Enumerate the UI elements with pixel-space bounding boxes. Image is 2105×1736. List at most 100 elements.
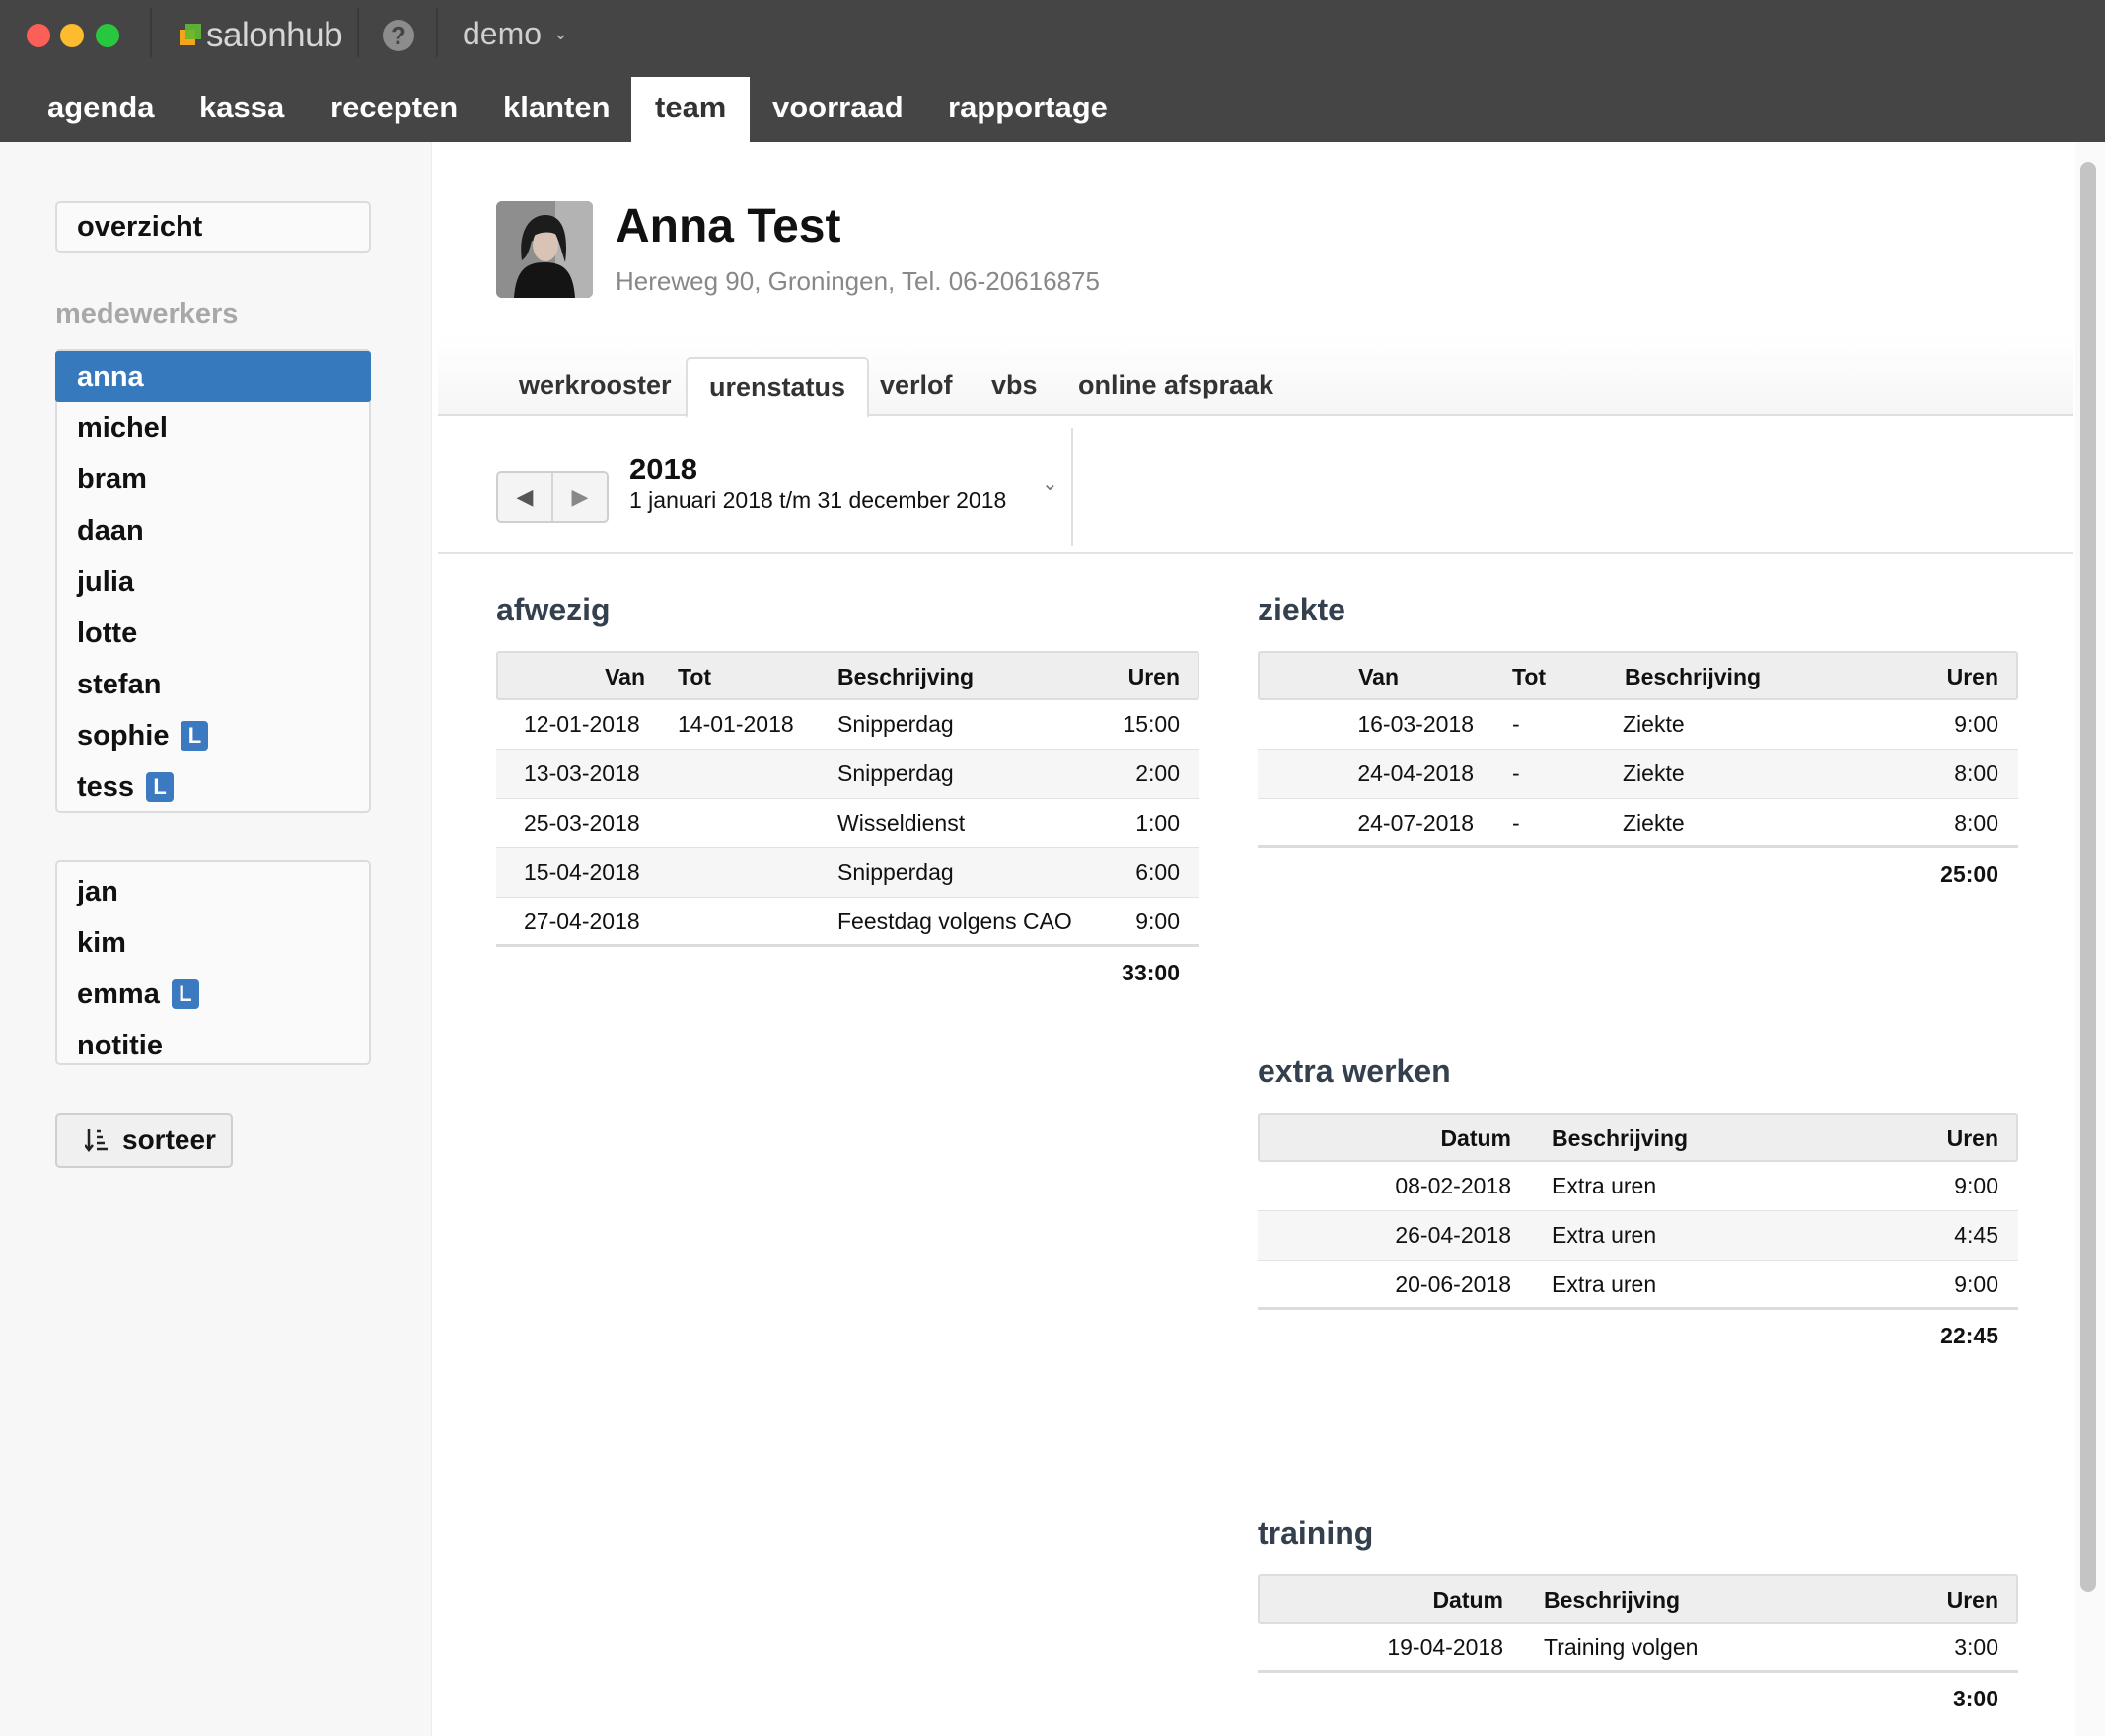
employee-jan[interactable]: jan [57,866,369,917]
table-row: 13-03-2018 Snipperdag 2:00 [496,750,1199,799]
cell-beschrijving: Snipperdag [837,760,954,786]
nav-rapportage[interactable]: rapportage [924,77,1131,142]
profile-address: Hereweg 90, Groningen, Tel. 06-20616875 [616,266,1100,296]
divider [1071,428,1073,546]
employee-name: lotte [77,617,138,649]
cell-van: 24-04-2018 [1357,760,1474,786]
sort-button[interactable]: sorteer [55,1113,233,1168]
period-year[interactable]: 2018 [629,452,697,487]
cell-van: 13-03-2018 [524,760,640,786]
col-uren: Uren [1946,1125,1998,1151]
employee-name: michel [77,412,168,444]
table-row: 16-03-2018 - Ziekte 9:00 [1258,700,2018,750]
account-dropdown[interactable]: demo ⌄ [463,16,568,52]
help-icon[interactable]: ? [383,20,414,51]
cell-uren: 9:00 [1954,711,1998,737]
minimize-window-button[interactable] [60,24,84,47]
employee-emma[interactable]: emma L [57,969,369,1020]
next-period-button[interactable]: ▶ [553,473,607,521]
cell-datum: 19-04-2018 [1387,1634,1503,1660]
tab-verlof[interactable]: verlof [858,357,975,416]
cell-datum: 26-04-2018 [1395,1222,1511,1248]
table-row: 25-03-2018 Wisseldienst 1:00 [496,799,1199,848]
cell-beschrijving: Extra uren [1552,1173,1657,1198]
total-hours: 3:00 [1952,1686,1998,1711]
employee-name: anna [77,361,144,393]
employee-name: julia [77,566,135,598]
table-total-row: 33:00 [496,947,1199,998]
col-uren: Uren [1946,1587,1998,1613]
tab-urenstatus[interactable]: urenstatus [686,357,870,418]
cell-uren: 9:00 [1135,908,1180,934]
cell-uren: 8:00 [1954,810,1998,835]
nav-recepten[interactable]: recepten [307,77,481,142]
total-hours: 25:00 [1940,861,1998,887]
employee-lotte[interactable]: lotte [57,608,369,659]
employee-julia[interactable]: julia [57,556,369,608]
title-bar: salonhub ? demo ⌄ [0,0,2105,73]
profile-photo [496,201,593,298]
employee-notitie[interactable]: notitie [57,1020,369,1071]
employee-daan[interactable]: daan [57,505,369,556]
period-range[interactable]: 1 januari 2018 t/m 31 december 2018 [629,487,1006,514]
sidebar: overzicht medewerkers anna michel bram d… [0,142,432,1736]
avatar [496,201,593,298]
main-nav: agenda kassa recepten klanten team voorr… [0,73,2105,142]
nav-agenda[interactable]: agenda [24,77,179,142]
previous-period-button[interactable]: ◀ [498,473,553,521]
tab-online-afspraak[interactable]: online afspraak [1056,357,1295,416]
cell-beschrijving: Ziekte [1623,810,1685,835]
table-row: 26-04-2018 Extra uren 4:45 [1258,1211,2018,1261]
scrollbar-thumb[interactable] [2080,162,2096,1592]
nav-team[interactable]: team [631,77,751,142]
cell-beschrijving: Feestdag volgens CAO [837,908,1072,934]
cell-uren: 8:00 [1954,760,1998,786]
employee-sophie[interactable]: sophie L [57,710,369,761]
nav-kassa[interactable]: kassa [176,77,308,142]
other-employee-list: jan kim emma L notitie [55,860,371,1065]
cell-uren: 1:00 [1135,810,1180,835]
sidebar-overview-button[interactable]: overzicht [55,201,371,253]
cell-beschrijving: Wisseldienst [837,810,966,835]
cell-van: 16-03-2018 [1357,711,1474,737]
cell-beschrijving: Extra uren [1552,1271,1657,1297]
table-row: 08-02-2018 Extra uren 9:00 [1258,1162,2018,1211]
section-title-ziekte: ziekte [1258,592,1345,627]
cell-uren: 9:00 [1954,1271,1998,1297]
employee-tess[interactable]: tess L [57,761,369,813]
sort-label: sorteer [122,1124,216,1155]
extra-werken-table: Datum Beschrijving Uren 08-02-2018 Extra… [1258,1113,2018,1361]
cell-uren: 6:00 [1135,859,1180,885]
zoom-window-button[interactable] [96,24,119,47]
app-name: salonhub [206,16,343,54]
employee-bram[interactable]: bram [57,454,369,505]
account-name: demo [463,16,543,51]
tab-werkrooster[interactable]: werkrooster [497,357,693,416]
page-title: Anna Test [616,200,841,253]
table-header: Van Tot Beschrijving Uren [496,651,1199,700]
total-hours: 33:00 [1122,960,1180,985]
col-beschrijving: Beschrijving [1552,1125,1689,1151]
cell-datum: 08-02-2018 [1395,1173,1511,1198]
cell-tot: - [1512,711,1520,737]
employee-stefan[interactable]: stefan [57,659,369,710]
tab-vbs[interactable]: vbs [970,357,1059,416]
chevron-down-icon[interactable]: ⌄ [1042,471,1058,496]
close-window-button[interactable] [27,24,50,47]
employee-anna[interactable]: anna [55,351,371,402]
nav-klanten[interactable]: klanten [479,77,634,142]
employee-list: anna michel bram daan julia lotte stefan… [55,349,371,813]
cell-beschrijving: Snipperdag [837,711,954,737]
employee-kim[interactable]: kim [57,917,369,969]
col-tot: Tot [1512,664,1547,689]
table-header: Van Tot Beschrijving Uren [1258,651,2018,700]
cell-van: 25-03-2018 [524,810,640,835]
divider [357,8,359,57]
employee-michel[interactable]: michel [57,402,369,454]
employee-name: stefan [77,669,162,700]
table-row: 19-04-2018 Training volgen 3:00 [1258,1624,2018,1673]
nav-voorraad[interactable]: voorraad [749,77,927,142]
sort-icon [85,1129,108,1153]
afwezig-table: Van Tot Beschrijving Uren 12-01-2018 14-… [496,651,1199,998]
app-logo[interactable]: salonhub [180,16,343,55]
